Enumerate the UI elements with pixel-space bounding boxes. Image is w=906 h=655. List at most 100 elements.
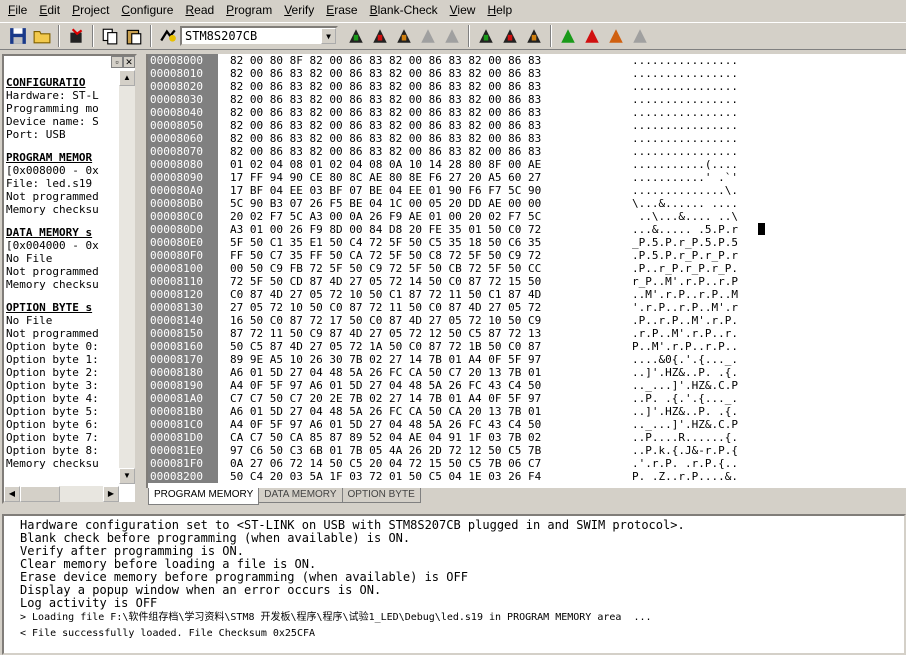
- hex-row[interactable]: 00008020 82 00 86 83 82 00 86 83 82 00 86…: [148, 80, 906, 93]
- hex-bytes[interactable]: 0A 27 06 72 14 50 C5 20 04 72 15 50 C5 7…: [218, 457, 618, 470]
- hex-bytes[interactable]: 82 00 86 83 82 00 86 83 82 00 86 83 82 0…: [218, 93, 618, 106]
- hex-bytes[interactable]: 87 72 11 50 C9 87 4D 27 05 72 12 50 C5 8…: [218, 327, 618, 340]
- hex-memory-view[interactable]: 00008000 82 00 80 8F 82 00 86 83 82 00 86…: [146, 54, 906, 488]
- hex-bytes[interactable]: 97 C6 50 C3 6B 01 7B 05 4A 26 2D 72 12 5…: [218, 444, 618, 457]
- hex-bytes[interactable]: 00 50 C9 FB 72 5F 50 C9 72 5F 50 CB 72 5…: [218, 262, 618, 275]
- hex-row[interactable]: 00008050 82 00 86 83 82 00 86 83 82 00 86…: [148, 119, 906, 132]
- hex-row[interactable]: 00008010 82 00 86 83 82 00 86 83 82 00 86…: [148, 67, 906, 80]
- copy-icon[interactable]: [98, 25, 121, 47]
- hex-row[interactable]: 00008030 82 00 86 83 82 00 86 83 82 00 86…: [148, 93, 906, 106]
- hex-row[interactable]: 00008040 82 00 86 83 82 00 86 83 82 00 86…: [148, 106, 906, 119]
- horizontal-scrollbar[interactable]: ◀ ▶: [4, 486, 119, 502]
- save-icon[interactable]: [6, 25, 29, 47]
- hex-bytes[interactable]: A4 0F 5F 97 A6 01 5D 27 04 48 5A 26 FC 4…: [218, 379, 618, 392]
- verify-current-icon[interactable]: [522, 25, 545, 47]
- hex-row[interactable]: 00008060 82 00 86 83 82 00 86 83 82 00 86…: [148, 132, 906, 145]
- menu-edit[interactable]: Edit: [33, 1, 66, 19]
- hex-bytes[interactable]: 5F 50 C1 35 E1 50 C4 72 5F 50 C5 35 18 5…: [218, 236, 618, 249]
- hex-bytes[interactable]: 16 50 C0 87 72 17 50 C0 87 4D 27 05 72 1…: [218, 314, 618, 327]
- hex-bytes[interactable]: 82 00 86 83 82 00 86 83 82 00 86 83 82 0…: [218, 67, 618, 80]
- hex-row[interactable]: 00008000 82 00 80 8F 82 00 86 83 82 00 86…: [148, 54, 906, 67]
- hex-row[interactable]: 000081C0 A4 0F 5F 97 A6 01 5D 27 04 48 5A…: [148, 418, 906, 431]
- hex-bytes[interactable]: A3 01 00 26 F9 8D 00 84 D8 20 FE 35 01 5…: [218, 223, 618, 236]
- hex-bytes[interactable]: 82 00 86 83 82 00 86 83 82 00 86 83 82 0…: [218, 145, 618, 158]
- menu-read[interactable]: Read: [179, 1, 220, 19]
- hex-bytes[interactable]: A4 0F 5F 97 A6 01 5D 27 04 48 5A 26 FC 4…: [218, 418, 618, 431]
- hex-row[interactable]: 000081A0 C7 C7 50 C7 20 2E 7B 02 27 14 7B…: [148, 392, 906, 405]
- tab-data-memory[interactable]: DATA MEMORY: [258, 488, 343, 503]
- hex-row[interactable]: 00008110 72 5F 50 CD 87 4D 27 05 72 14 50…: [148, 275, 906, 288]
- hex-bytes[interactable]: 50 C4 20 03 5A 1F 03 72 01 50 C5 04 1E 0…: [218, 470, 618, 483]
- program-current-icon[interactable]: [498, 25, 521, 47]
- hex-row[interactable]: 00008160 50 C5 87 4D 27 05 72 1A 50 C0 87…: [148, 340, 906, 353]
- hex-bytes[interactable]: 82 00 86 83 82 00 86 83 82 00 86 83 82 0…: [218, 80, 618, 93]
- connect-icon[interactable]: [156, 25, 179, 47]
- read-all-icon[interactable]: [344, 25, 367, 47]
- hex-bytes[interactable]: 50 C5 87 4D 27 05 72 1A 50 C0 87 72 1B 5…: [218, 340, 618, 353]
- hex-bytes[interactable]: 17 FF 94 90 CE 80 8C AE 80 8E F6 27 20 A…: [218, 171, 618, 184]
- scroll-left-icon[interactable]: ◀: [4, 486, 20, 502]
- program-tab-icon[interactable]: [580, 25, 603, 47]
- chevron-down-icon[interactable]: ▼: [321, 28, 336, 44]
- program-all-icon[interactable]: [368, 25, 391, 47]
- hex-row[interactable]: 000081B0 A6 01 5D 27 04 48 5A 26 FC CA 50…: [148, 405, 906, 418]
- hex-row[interactable]: 00008140 16 50 C0 87 72 17 50 C0 87 4D 27…: [148, 314, 906, 327]
- hex-bytes[interactable]: 82 00 80 8F 82 00 86 83 82 00 86 83 82 0…: [218, 54, 618, 67]
- hex-bytes[interactable]: 82 00 86 83 82 00 86 83 82 00 86 83 82 0…: [218, 106, 618, 119]
- hex-row[interactable]: 000080F0 FF 50 C7 35 FF 50 CA 72 5F 50 C8…: [148, 249, 906, 262]
- hex-row[interactable]: 00008170 89 9E A5 10 26 30 7B 02 27 14 7B…: [148, 353, 906, 366]
- hex-bytes[interactable]: A6 01 5D 27 04 48 5A 26 FC CA 50 C7 20 1…: [218, 366, 618, 379]
- menu-program[interactable]: Program: [220, 1, 278, 19]
- menu-erase[interactable]: Erase: [320, 1, 363, 19]
- hex-row[interactable]: 00008200 50 C4 20 03 5A 1F 03 72 01 50 C5…: [148, 470, 906, 483]
- hex-row[interactable]: 00008130 27 05 72 10 50 C0 87 72 11 50 C0…: [148, 301, 906, 314]
- verify-all-icon[interactable]: [392, 25, 415, 47]
- hex-row[interactable]: 00008090 17 FF 94 90 CE 80 8C AE 80 8E F6…: [148, 171, 906, 184]
- hex-row[interactable]: 00008070 82 00 86 83 82 00 86 83 82 00 86…: [148, 145, 906, 158]
- hex-row[interactable]: 00008150 87 72 11 50 C9 87 4D 27 05 72 12…: [148, 327, 906, 340]
- hex-bytes[interactable]: 20 02 F7 5C A3 00 0A 26 F9 AE 01 00 20 0…: [218, 210, 618, 223]
- hex-bytes[interactable]: A6 01 5D 27 04 48 5A 26 FC CA 50 CA 20 1…: [218, 405, 618, 418]
- hex-row[interactable]: 000080C0 20 02 F7 5C A3 00 0A 26 F9 AE 01…: [148, 210, 906, 223]
- menu-help[interactable]: Help: [481, 1, 518, 19]
- hex-row[interactable]: 000080E0 5F 50 C1 35 E1 50 C4 72 5F 50 C5…: [148, 236, 906, 249]
- hex-row[interactable]: 00008080 01 02 04 08 01 02 04 08 0A 10 14…: [148, 158, 906, 171]
- hex-bytes[interactable]: 89 9E A5 10 26 30 7B 02 27 14 7B 01 A4 0…: [218, 353, 618, 366]
- verify-tab-icon[interactable]: [604, 25, 627, 47]
- hex-row[interactable]: 000081D0 CA C7 50 CA 85 87 89 52 04 AE 04…: [148, 431, 906, 444]
- hex-bytes[interactable]: 82 00 86 83 82 00 86 83 82 00 86 83 82 0…: [218, 119, 618, 132]
- scroll-right-icon[interactable]: ▶: [103, 486, 119, 502]
- scroll-thumb[interactable]: [20, 486, 60, 502]
- read-current-icon[interactable]: [474, 25, 497, 47]
- vertical-scrollbar[interactable]: ▲ ▼: [119, 70, 135, 484]
- restore-icon[interactable]: ▫: [111, 56, 123, 68]
- chip-write-icon[interactable]: [64, 25, 87, 47]
- read-tab-icon[interactable]: [556, 25, 579, 47]
- scroll-up-icon[interactable]: ▲: [119, 70, 135, 86]
- hex-row[interactable]: 00008180 A6 01 5D 27 04 48 5A 26 FC CA 50…: [148, 366, 906, 379]
- hex-row[interactable]: 000081E0 97 C6 50 C3 6B 01 7B 05 4A 26 2D…: [148, 444, 906, 457]
- erase-icon-disabled[interactable]: [416, 25, 439, 47]
- hex-row[interactable]: 00008120 C0 87 4D 27 05 72 10 50 C1 87 72…: [148, 288, 906, 301]
- close-icon[interactable]: ✕: [123, 56, 135, 68]
- scroll-down-icon[interactable]: ▼: [119, 468, 135, 484]
- menu-blank-check[interactable]: Blank-Check: [364, 1, 444, 19]
- tab-option-byte[interactable]: OPTION BYTE: [341, 488, 421, 503]
- hex-bytes[interactable]: CA C7 50 CA 85 87 89 52 04 AE 04 91 1F 0…: [218, 431, 618, 444]
- menu-verify[interactable]: Verify: [278, 1, 320, 19]
- hex-bytes[interactable]: C0 87 4D 27 05 72 10 50 C1 87 72 11 50 C…: [218, 288, 618, 301]
- hex-bytes[interactable]: 5C 90 B3 07 26 F5 BE 04 1C 00 05 20 DD A…: [218, 197, 618, 210]
- menu-configure[interactable]: Configure: [115, 1, 179, 19]
- device-select[interactable]: STM8S207CB ▼: [180, 26, 338, 46]
- hex-bytes[interactable]: 01 02 04 08 01 02 04 08 0A 10 14 28 80 8…: [218, 158, 618, 171]
- hex-row[interactable]: 000081F0 0A 27 06 72 14 50 C5 20 04 72 15…: [148, 457, 906, 470]
- paste-icon[interactable]: [122, 25, 145, 47]
- menu-view[interactable]: View: [444, 1, 482, 19]
- erase-tab-icon-disabled[interactable]: [628, 25, 651, 47]
- hex-row[interactable]: 00008190 A4 0F 5F 97 A6 01 5D 27 04 48 5A…: [148, 379, 906, 392]
- menu-project[interactable]: Project: [66, 1, 115, 19]
- hex-row[interactable]: 00008100 00 50 C9 FB 72 5F 50 C9 72 5F 50…: [148, 262, 906, 275]
- hex-row[interactable]: 000080B0 5C 90 B3 07 26 F5 BE 04 1C 00 05…: [148, 197, 906, 210]
- hex-bytes[interactable]: C7 C7 50 C7 20 2E 7B 02 27 14 7B 01 A4 0…: [218, 392, 618, 405]
- blank-check-icon-disabled[interactable]: [440, 25, 463, 47]
